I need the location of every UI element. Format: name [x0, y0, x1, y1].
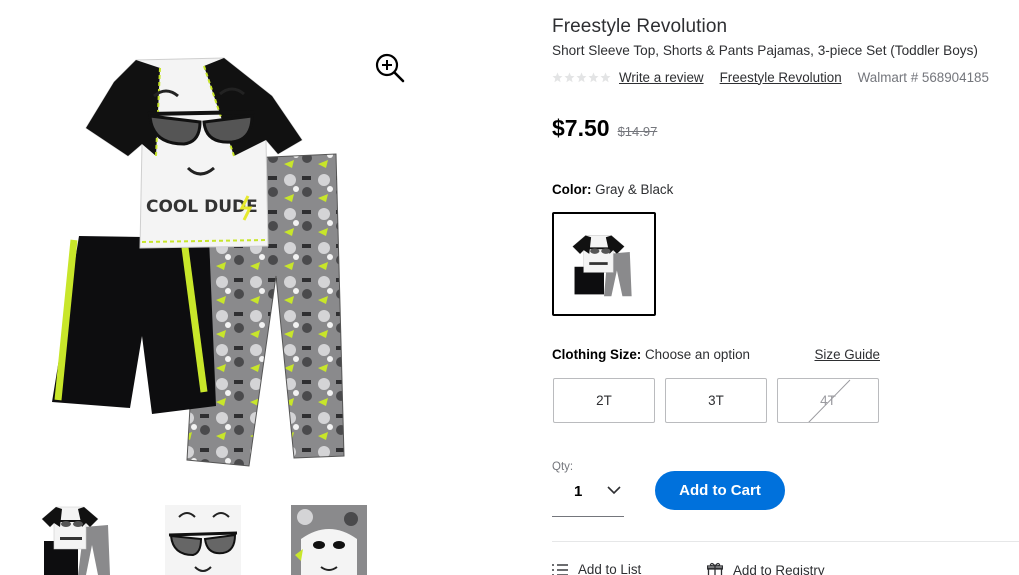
chevron-down-icon — [607, 486, 621, 495]
product-meta-row: Write a review Freestyle Revolution Walm… — [552, 68, 989, 86]
write-review-link[interactable]: Write a review — [619, 70, 704, 85]
thumbnail-1[interactable] — [38, 505, 114, 575]
item-number: Walmart # 568904185 — [857, 69, 989, 85]
color-label: Color: — [552, 182, 592, 197]
product-brand-title: Freestyle Revolution — [552, 16, 728, 37]
divider — [552, 541, 1019, 542]
was-price: $14.97 — [617, 124, 658, 139]
add-to-list-label: Add to List — [578, 562, 642, 575]
product-name: Short Sleeve Top, Shorts & Pants Pajamas… — [552, 43, 978, 58]
star-icon — [576, 72, 587, 82]
quantity-value: 1 — [574, 483, 583, 500]
brand-link[interactable]: Freestyle Revolution — [720, 70, 842, 85]
color-swatch-gray-black[interactable] — [552, 212, 656, 316]
star-icon — [588, 72, 599, 82]
thumbnail-3[interactable] — [291, 505, 367, 575]
color-selection-label: Color: Gray & Black — [552, 182, 673, 197]
quantity-label: Qty: — [552, 461, 574, 473]
size-option-4t-unavailable[interactable]: 4T — [777, 378, 879, 423]
list-icon — [552, 563, 568, 575]
star-icon — [552, 72, 563, 82]
rating-stars — [552, 72, 611, 83]
star-icon — [564, 72, 575, 82]
add-to-registry-label: Add to Registry — [733, 562, 825, 575]
quantity-select[interactable]: 1 — [552, 477, 624, 517]
add-to-list-button[interactable]: Add to List — [552, 562, 641, 575]
current-price: $7.50 — [552, 115, 610, 141]
color-value: Gray & Black — [595, 182, 674, 197]
zoom-in-icon[interactable] — [374, 52, 406, 84]
thumbnail-2[interactable] — [165, 505, 241, 575]
size-value: Choose an option — [645, 347, 750, 362]
gift-icon — [707, 562, 723, 575]
add-to-registry-button[interactable]: Add to Registry — [707, 562, 825, 575]
unavailable-slash — [808, 379, 851, 422]
main-product-image[interactable]: COOL DUDE — [44, 36, 370, 472]
price-row: $7.50 $14.97 — [552, 115, 657, 142]
size-selection-label: Clothing Size: Choose an option Size Gui… — [552, 347, 880, 362]
size-label: Clothing Size: — [552, 347, 642, 362]
add-to-cart-button[interactable]: Add to Cart — [655, 471, 785, 510]
star-icon — [600, 72, 611, 82]
size-option-2t[interactable]: 2T — [553, 378, 655, 423]
size-option-3t[interactable]: 3T — [665, 378, 767, 423]
size-guide-link[interactable]: Size Guide — [814, 347, 880, 362]
